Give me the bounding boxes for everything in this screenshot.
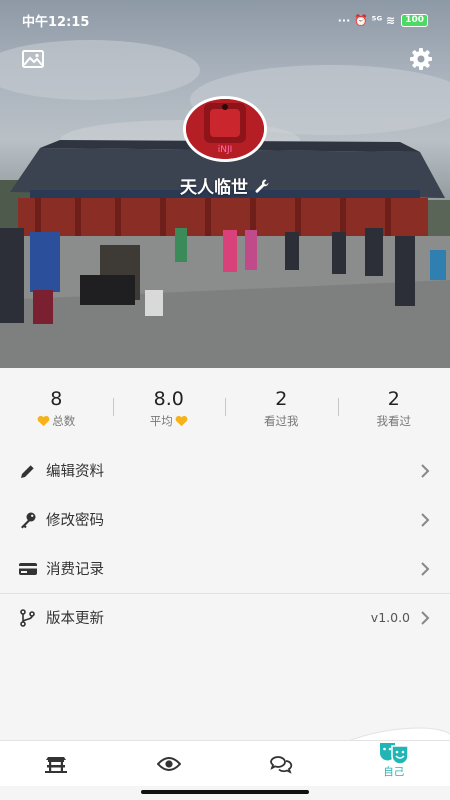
branch-icon xyxy=(20,608,35,627)
stat-i-viewed[interactable]: 2 我看过 xyxy=(337,386,450,430)
stats-row: 8 总数 8.0 平均 2 看过我 2 我看过 xyxy=(0,368,450,448)
nav-tab-label: 自己 xyxy=(383,765,405,778)
stat-label: 我看过 xyxy=(376,414,412,428)
chat-icon xyxy=(270,755,293,774)
chevron-right-icon xyxy=(421,512,430,527)
gear-icon[interactable] xyxy=(408,46,434,72)
mask-icon xyxy=(379,742,409,765)
status-time: 中午12:15 xyxy=(22,14,90,30)
chevron-right-icon xyxy=(421,463,430,478)
chevron-right-icon xyxy=(421,561,430,576)
bottom-nav: 自己 xyxy=(0,740,450,786)
key-icon xyxy=(21,512,36,528)
profile-header-photo[interactable]: 中午12:15 ··· ⏰ ⁵ᴳ ≋ 100 iNJI 天人临世 xyxy=(0,0,450,368)
battery-icon: 100 xyxy=(401,13,428,27)
nav-tab-me[interactable]: 自己 xyxy=(338,731,450,786)
nav-tab-watch[interactable] xyxy=(113,741,226,786)
stat-value: 2 xyxy=(275,388,288,410)
nav-tab-home[interactable] xyxy=(0,741,113,786)
status-bar: 中午12:15 ··· ⏰ ⁵ᴳ ≋ 100 xyxy=(0,0,450,40)
menu-item-change-password[interactable]: 修改密码 xyxy=(0,495,450,544)
stat-total[interactable]: 8 总数 xyxy=(0,386,113,430)
chevron-right-icon xyxy=(421,610,430,625)
temple-icon xyxy=(45,756,68,773)
menu-item-label: 编辑资料 xyxy=(46,464,104,480)
avatar[interactable]: iNJI xyxy=(183,96,267,162)
stat-value: 2 xyxy=(387,388,400,410)
eye-icon xyxy=(156,756,181,771)
status-indicators: ··· ⏰ ⁵ᴳ ≋ 100 xyxy=(337,13,428,27)
stat-average[interactable]: 8.0 平均 xyxy=(112,386,226,430)
heart-icon xyxy=(175,415,188,427)
avatar-logo-text: iNJI xyxy=(218,145,233,155)
wrench-icon[interactable] xyxy=(254,178,270,194)
menu-item-label: 修改密码 xyxy=(46,513,104,529)
version-value: v1.0.0 xyxy=(370,610,410,625)
stat-value: 8.0 xyxy=(153,388,184,410)
image-icon[interactable] xyxy=(20,46,46,72)
settings-menu: 编辑资料 修改密码 消费记录 版本更新 v1.0.0 xyxy=(0,446,450,642)
menu-item-edit-profile[interactable]: 编辑资料 xyxy=(0,446,450,495)
card-icon xyxy=(19,562,37,575)
status-icons: ··· ⏰ ⁵ᴳ ≋ xyxy=(337,13,396,27)
stat-label: 总数 xyxy=(52,414,76,428)
menu-item-version-update[interactable]: 版本更新 v1.0.0 xyxy=(0,593,450,642)
heart-icon xyxy=(37,415,50,427)
stat-value: 8 xyxy=(50,388,63,410)
stat-label: 看过我 xyxy=(264,414,299,428)
menu-item-label: 消费记录 xyxy=(46,562,104,578)
stat-label: 平均 xyxy=(149,414,173,428)
menu-item-label: 版本更新 xyxy=(46,611,104,627)
menu-item-spending-records[interactable]: 消费记录 xyxy=(0,544,450,593)
home-indicator xyxy=(141,790,309,794)
username-row[interactable]: 天人临世 xyxy=(0,173,450,198)
nav-tab-chat[interactable] xyxy=(225,741,338,786)
stat-viewed-me[interactable]: 2 看过我 xyxy=(225,386,338,430)
pencil-icon xyxy=(21,464,35,478)
avatar-image: iNJI xyxy=(186,99,264,159)
username: 天人临世 xyxy=(180,178,248,198)
